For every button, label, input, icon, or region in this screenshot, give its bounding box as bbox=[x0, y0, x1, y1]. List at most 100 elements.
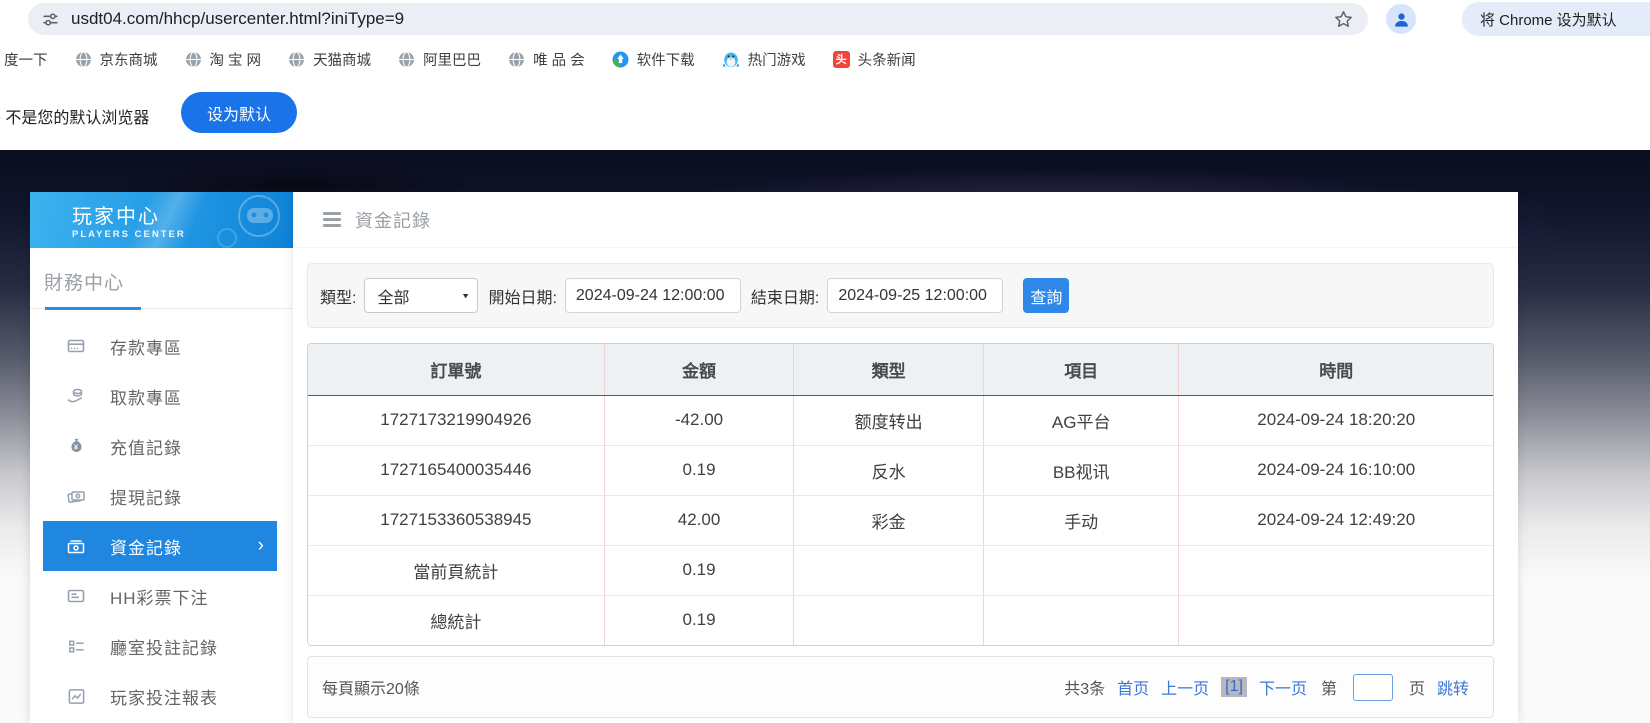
first-page-link[interactable]: 首页 bbox=[1117, 675, 1149, 699]
globe-icon bbox=[288, 51, 305, 68]
search-button[interactable]: 查詢 bbox=[1023, 278, 1069, 313]
hamburger-icon[interactable] bbox=[323, 212, 341, 227]
globe-icon bbox=[75, 51, 92, 68]
cell-order-no: 1727153360538945 bbox=[308, 495, 604, 545]
bookmark-label: 淘 宝 网 bbox=[210, 49, 262, 70]
bookmark-item[interactable]: 度一下 bbox=[4, 49, 48, 70]
sidebar-item-recharge-record[interactable]: ¥ 充值記錄 bbox=[30, 421, 293, 471]
globe-icon bbox=[185, 51, 202, 68]
browser-toolbar: usdt04.com/hhcp/usercenter.html?iniType=… bbox=[0, 0, 1650, 38]
col-project: 項目 bbox=[983, 344, 1179, 395]
players-center-subtitle: PLAYERS CENTER bbox=[72, 229, 293, 240]
page-size-text: 每頁顯示20條 bbox=[322, 675, 420, 699]
cell-time: 2024-09-24 12:49:20 bbox=[1179, 495, 1493, 545]
next-page-link[interactable]: 下一页 bbox=[1259, 675, 1307, 699]
table-row: 1727173219904926 -42.00 额度转出 AG平台 2024-0… bbox=[308, 395, 1493, 445]
sidebar-item-withdraw[interactable]: 取款專區 bbox=[30, 371, 293, 421]
bookmark-item[interactable]: 天猫商城 bbox=[288, 49, 371, 70]
type-select-value: 全部 bbox=[377, 284, 409, 308]
set-default-button[interactable]: 设为默认 bbox=[181, 92, 297, 133]
bookmark-label: 热门游戏 bbox=[748, 49, 806, 70]
bookmark-item[interactable]: 头 头条新闻 bbox=[833, 49, 916, 70]
bookmark-label: 阿里巴巴 bbox=[423, 49, 481, 70]
bookmark-label: 京东商城 bbox=[100, 49, 158, 70]
table-header-row: 訂單號 金額 類型 項目 時間 bbox=[308, 344, 1493, 395]
bookmark-item[interactable]: 京东商城 bbox=[75, 49, 158, 70]
type-select[interactable]: 全部 ▾ bbox=[364, 278, 478, 313]
bookmark-label: 软件下载 bbox=[637, 49, 695, 70]
globe-icon bbox=[508, 51, 525, 68]
cell-amount: 0.19 bbox=[604, 595, 794, 645]
prev-page-link[interactable]: 上一页 bbox=[1161, 675, 1209, 699]
cell-time: 2024-09-24 16:10:00 bbox=[1179, 445, 1493, 495]
cell-type: 额度转出 bbox=[794, 395, 984, 445]
address-bar[interactable]: usdt04.com/hhcp/usercenter.html?iniType=… bbox=[28, 3, 1368, 35]
chart-icon bbox=[66, 687, 86, 706]
sidebar-item-hall-bet-record[interactable]: 廳室投註記錄 bbox=[30, 621, 293, 671]
sidebar-item-label: HH彩票下注 bbox=[110, 584, 209, 609]
sidebar-item-label: 存款專區 bbox=[110, 334, 182, 359]
cell-type: 彩金 bbox=[794, 495, 984, 545]
sidebar-item-label: 充值記錄 bbox=[110, 434, 182, 459]
table-row-page-total: 當前頁統計 0.19 bbox=[308, 545, 1493, 595]
current-page: [1] bbox=[1221, 677, 1247, 697]
sidebar-item-deposit[interactable]: 存款專區 bbox=[30, 321, 293, 371]
cell-order-no: 1727173219904926 bbox=[308, 395, 604, 445]
col-order-no: 訂單號 bbox=[308, 344, 604, 395]
cell-label: 總統計 bbox=[308, 595, 604, 645]
end-date-label: 結束日期: bbox=[751, 284, 819, 308]
cell-type: 反水 bbox=[794, 445, 984, 495]
page-jump-input[interactable] bbox=[1353, 674, 1393, 701]
end-date-input[interactable] bbox=[827, 278, 1003, 313]
sidebar-item-player-bet-report[interactable]: 玩家投注報表 bbox=[30, 671, 293, 721]
ticket-icon bbox=[66, 586, 86, 606]
game-penguin-icon bbox=[722, 50, 740, 68]
bookmark-star-icon[interactable] bbox=[1330, 6, 1356, 32]
page-title: 資金記錄 bbox=[355, 207, 431, 233]
funds-table: 訂單號 金額 類型 項目 時間 1727173219904926 -42.00 … bbox=[307, 343, 1494, 646]
jump-link[interactable]: 跳转 bbox=[1437, 675, 1469, 699]
start-date-input[interactable] bbox=[565, 278, 741, 313]
jump-label-pre: 第 bbox=[1321, 675, 1337, 699]
money-bag-icon: ¥ bbox=[66, 437, 86, 456]
cell-amount: 0.19 bbox=[604, 445, 794, 495]
bookmark-item[interactable]: 淘 宝 网 bbox=[185, 49, 262, 70]
bookmark-item[interactable]: 阿里巴巴 bbox=[398, 49, 481, 70]
site-controls-icon[interactable] bbox=[42, 11, 59, 28]
sidebar: 玩家中心 PLAYERS CENTER 財務中心 存款專區 取款專區 ¥ 充值記… bbox=[30, 192, 293, 723]
table-row: 1727153360538945 42.00 彩金 手动 2024-09-24 … bbox=[308, 495, 1493, 545]
cell-amount: 0.19 bbox=[604, 545, 794, 595]
bookmark-item[interactable]: 唯 品 会 bbox=[508, 49, 585, 70]
sidebar-item-label: 取款專區 bbox=[110, 384, 182, 409]
hand-coins-icon bbox=[66, 386, 86, 406]
svg-text:¥: ¥ bbox=[74, 443, 79, 451]
bookmark-label: 天猫商城 bbox=[313, 49, 371, 70]
default-browser-infobar: Chrome 不是您的默认浏览器 设为默认 bbox=[0, 80, 1650, 150]
sidebar-item-funds-record[interactable]: 資金記錄 › bbox=[43, 521, 277, 571]
col-type: 類型 bbox=[794, 344, 984, 395]
total-count: 共3条 bbox=[1064, 675, 1105, 699]
banknotes-icon bbox=[66, 486, 86, 506]
url-text[interactable]: usdt04.com/hhcp/usercenter.html?iniType=… bbox=[71, 9, 404, 29]
bookmark-item[interactable]: 热门游戏 bbox=[722, 49, 806, 70]
table-row: 1727165400035446 0.19 反水 BB视讯 2024-09-24… bbox=[308, 445, 1493, 495]
pagination: 共3条 首页 上一页 [1] 下一页 第 页 跳转 bbox=[1064, 674, 1469, 701]
type-label: 類型: bbox=[320, 284, 356, 308]
sidebar-menu: 存款專區 取款專區 ¥ 充值記錄 提現記錄 資金記錄 › HH彩票下注 廳室投註… bbox=[30, 309, 293, 721]
gamepad-icon bbox=[203, 194, 287, 248]
set-default-chip[interactable]: 将 Chrome 设为默认 bbox=[1462, 2, 1650, 36]
bookmark-item[interactable]: 软件下载 bbox=[612, 49, 695, 70]
sidebar-item-label: 玩家投注報表 bbox=[110, 684, 218, 709]
col-amount: 金額 bbox=[604, 344, 794, 395]
cell-label: 當前頁統計 bbox=[308, 545, 604, 595]
profile-icon[interactable] bbox=[1386, 4, 1416, 34]
start-date-label: 開始日期: bbox=[488, 284, 556, 308]
toutiao-icon: 头 bbox=[833, 51, 850, 68]
funds-record-icon bbox=[66, 536, 86, 556]
main-header: 資金記錄 bbox=[293, 192, 1518, 248]
sidebar-item-withdraw-record[interactable]: 提現記錄 bbox=[30, 471, 293, 521]
table-footer: 每頁顯示20條 共3条 首页 上一页 [1] 下一页 第 页 跳转 bbox=[307, 656, 1494, 718]
sidebar-item-label: 資金記錄 bbox=[110, 534, 182, 559]
sidebar-item-label: 廳室投註記錄 bbox=[110, 634, 218, 659]
sidebar-item-hh-lottery-bets[interactable]: HH彩票下注 bbox=[30, 571, 293, 621]
